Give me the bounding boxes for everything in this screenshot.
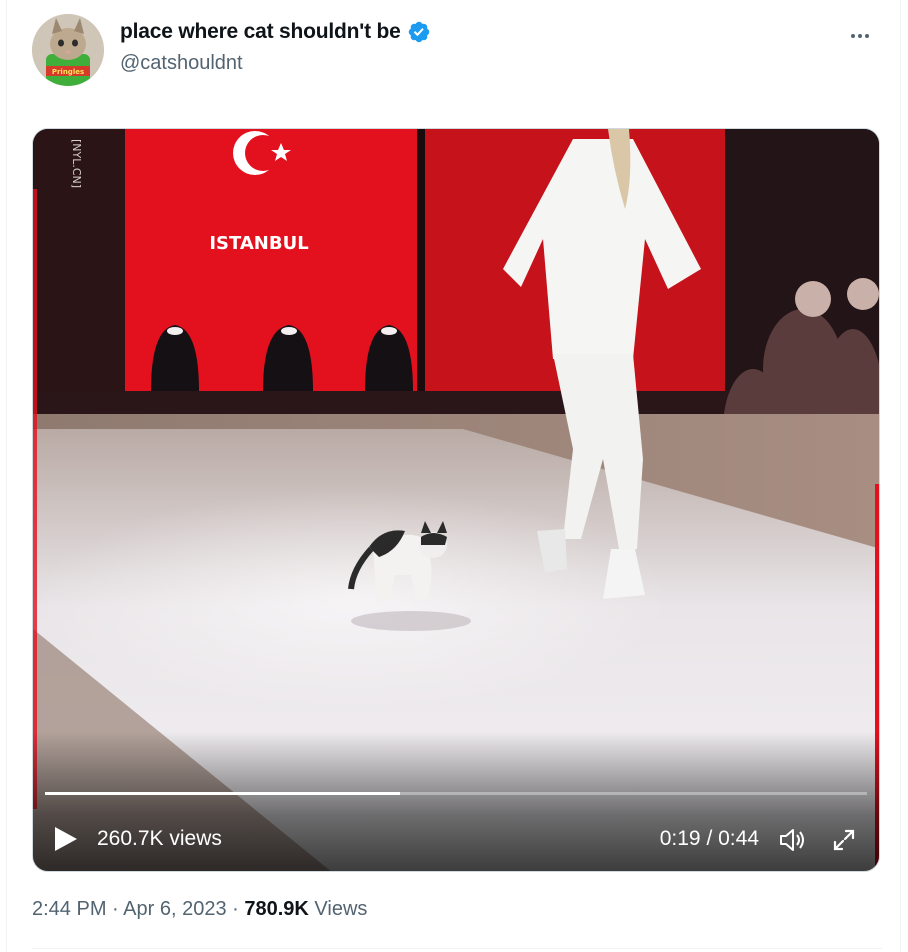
video-progress-bar[interactable] xyxy=(45,792,867,795)
divider xyxy=(32,948,882,949)
video-progress-fill xyxy=(45,792,401,795)
volume-icon xyxy=(780,829,804,851)
meta-separator: · xyxy=(106,898,124,920)
author-avatar[interactable]: Pringles xyxy=(32,14,104,86)
tweet-meta: 2:44 PM · Apr 6, 2023 · 780.9K Views xyxy=(32,898,367,921)
cat-in-pringles-can-avatar: Pringles xyxy=(32,14,104,86)
fullscreen-button[interactable] xyxy=(829,825,859,855)
column-border-left xyxy=(6,0,7,952)
tweet-time[interactable]: 2:44 PM xyxy=(32,898,106,920)
more-options-button[interactable] xyxy=(844,20,876,52)
video-time-display: 0:19 / 0:44 xyxy=(660,827,759,851)
meta-separator: · xyxy=(226,898,245,920)
more-horizontal-icon xyxy=(851,34,869,38)
play-button[interactable] xyxy=(51,825,79,853)
video-controls: 260.7K views 0:19 / 0:44 xyxy=(33,817,879,861)
volume-button[interactable] xyxy=(777,825,807,855)
screen-label: ISTANBUL xyxy=(209,233,308,254)
video-views-count: 260.7K views xyxy=(97,827,222,850)
tweet-views-count: 780.9K xyxy=(244,898,309,920)
author-handle[interactable]: @catshouldnt xyxy=(120,52,243,75)
watermark-text: [NYL.CN] xyxy=(70,139,83,188)
play-icon xyxy=(55,827,77,851)
column-border-right xyxy=(900,0,901,952)
tweet-views-label: Views xyxy=(314,898,368,920)
author-display-name[interactable]: place where cat shouldn't be xyxy=(120,20,401,44)
duration: 0:44 xyxy=(718,827,759,850)
fullscreen-expand-icon xyxy=(833,829,855,851)
current-time: 0:19 xyxy=(659,827,701,850)
tweet-header: Pringles place where cat shouldn't be @c… xyxy=(32,14,882,88)
verified-badge-icon[interactable] xyxy=(407,20,431,44)
time-separator: / xyxy=(700,827,719,850)
author-name-row: place where cat shouldn't be xyxy=(120,20,431,44)
tweet-date[interactable]: Apr 6, 2023 xyxy=(123,898,226,920)
avatar-can-label: Pringles xyxy=(52,68,84,76)
video-player[interactable]: ISTANBUL [NYL.CN] 260.7K views 0:19 / 0:… xyxy=(32,128,880,872)
